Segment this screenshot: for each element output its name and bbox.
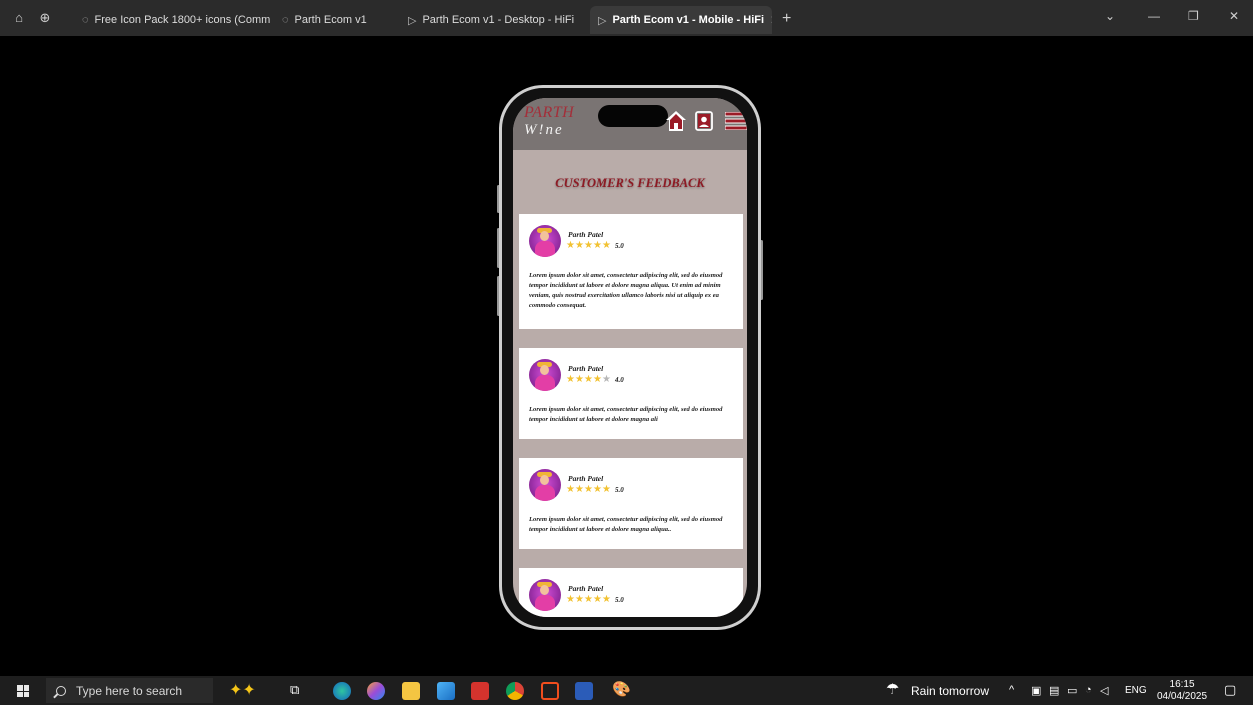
search-icon: [56, 685, 66, 696]
figma-community-icon: ◌: [282, 14, 289, 26]
wifi-icon[interactable]: ◔: [1085, 684, 1092, 696]
rating-value: 5.0: [615, 242, 624, 250]
chrome-icon[interactable]: [506, 682, 524, 700]
photos-icon[interactable]: [437, 682, 455, 700]
app-header: PARTH W!ne: [513, 98, 747, 150]
tab-mobile-hifi[interactable]: ▷ Parth Ecom v1 - Mobile - HiFi ✕: [590, 6, 772, 34]
avatar: [529, 579, 561, 611]
search-placeholder: Type here to search: [76, 683, 183, 698]
star-icon: ★: [593, 484, 602, 495]
star-icon: ★: [575, 240, 584, 251]
close-window-icon[interactable]: ✕: [1229, 9, 1239, 23]
play-icon: ▷: [598, 14, 607, 27]
hamburger-menu-icon[interactable]: [725, 112, 747, 130]
review-text: Lorem ipsum dolor sit amet, consectetur …: [529, 406, 723, 423]
copilot-app-icon[interactable]: [367, 682, 385, 700]
acrobat-icon[interactable]: [471, 682, 489, 700]
rating-value: 4.0: [615, 376, 624, 384]
tray-app-icon[interactable]: ▣: [1031, 684, 1041, 697]
star-rating: ★ ★ ★ ★ ★ 5.0: [566, 485, 624, 495]
taskbar: Type here to search ✦✦ ⧉ 🎨 ☂ Rain tomorr…: [0, 676, 1253, 705]
restore-icon[interactable]: ❐: [1188, 9, 1199, 23]
dynamic-island: [598, 105, 668, 127]
star-icon: ★: [566, 374, 575, 385]
avatar: [529, 225, 561, 257]
phone-frame: PARTH W!ne CUSTOMER'S FEEDBACK Parth Pat…: [499, 85, 761, 630]
tab-parth-ecom-v1[interactable]: ◌ Parth Ecom v1: [274, 6, 392, 34]
review-card: Parth Patel ★ ★ ★ ★ ★ 5.0 Lorem ipsum do…: [519, 214, 743, 329]
reviewer-name: Parth Patel: [568, 584, 604, 593]
star-icon: ★: [593, 594, 602, 605]
star-rating: ★ ★ ★ ★ ★ 4.0: [566, 375, 624, 385]
star-icon: ★: [602, 484, 611, 495]
star-icon: ★: [602, 594, 611, 605]
word-icon[interactable]: [575, 682, 593, 700]
logo-parth[interactable]: PARTH: [524, 104, 574, 122]
play-icon: ▷: [408, 14, 417, 27]
star-icon: ★: [584, 484, 593, 495]
home-icon[interactable]: [665, 110, 687, 132]
star-icon: ★: [584, 374, 593, 385]
review-text: Lorem ipsum dolor sit amet, consectetur …: [529, 516, 723, 533]
globe-icon[interactable]: ⊕: [38, 11, 52, 25]
system-clock[interactable]: 16:15 04/04/2025: [1157, 679, 1207, 703]
tab-list-chevron-icon[interactable]: ⌄: [1105, 9, 1115, 23]
language-indicator[interactable]: ENG: [1125, 685, 1147, 696]
file-explorer-icon[interactable]: [402, 682, 420, 700]
star-icon: ★: [566, 484, 575, 495]
close-tab-icon[interactable]: ✕: [770, 13, 772, 27]
figma-icon[interactable]: [541, 682, 559, 700]
battery-icon[interactable]: ▭: [1067, 684, 1077, 697]
avatar: [529, 359, 561, 391]
weather-text[interactable]: Rain tomorrow: [911, 684, 989, 698]
logo-wine[interactable]: W!ne: [524, 122, 564, 139]
windows-start-icon[interactable]: [17, 685, 29, 697]
reviewer-name: Parth Patel: [568, 230, 604, 239]
phone-screen: PARTH W!ne CUSTOMER'S FEEDBACK Parth Pat…: [513, 98, 747, 617]
figma-community-icon: ◌: [82, 14, 89, 26]
section-title: CUSTOMER'S FEEDBACK: [555, 176, 705, 190]
star-empty-icon: ★: [602, 374, 611, 385]
reviewer-name: Parth Patel: [568, 474, 604, 483]
taskbar-search-box[interactable]: Type here to search: [46, 678, 213, 703]
star-rating: ★ ★ ★ ★ ★ 5.0: [566, 595, 624, 605]
star-icon: ★: [593, 374, 602, 385]
volume-icon[interactable]: ◁: [1100, 684, 1108, 697]
star-icon: ★: [584, 594, 593, 605]
star-icon: ★: [575, 484, 584, 495]
star-icon: ★: [566, 240, 575, 251]
edge-browser-icon[interactable]: [333, 682, 351, 700]
clock-time: 16:15: [1169, 679, 1195, 690]
star-rating: ★ ★ ★ ★ ★ 5.0: [566, 241, 624, 251]
review-card: Parth Patel ★ ★ ★ ★ ★ 4.0 Lorem ipsum do…: [519, 348, 743, 439]
paint-icon[interactable]: 🎨: [612, 680, 631, 698]
tab-desktop-hifi[interactable]: ▷ Parth Ecom v1 - Desktop - HiFi: [400, 6, 586, 34]
copilot-sparkle-icon[interactable]: ✦✦: [229, 680, 256, 700]
clock-date: 04/04/2025: [1157, 691, 1208, 702]
review-text: Lorem ipsum dolor sit amet, consectetur …: [529, 272, 723, 309]
tray-app-icon[interactable]: ▤: [1049, 684, 1059, 697]
tab-bar: ⌂ ⊕ ◌ Free Icon Pack 1800+ icons (Commu …: [0, 0, 1253, 36]
rating-value: 5.0: [615, 596, 624, 604]
avatar: [529, 469, 561, 501]
star-icon: ★: [566, 594, 575, 605]
review-card: Parth Patel ★ ★ ★ ★ ★ 5.0 Lorem ipsum do…: [519, 458, 743, 549]
reviewer-name: Parth Patel: [568, 364, 604, 373]
minimize-icon[interactable]: —: [1148, 9, 1160, 23]
star-icon: ★: [575, 594, 584, 605]
star-icon: ★: [575, 374, 584, 385]
tab-free-icon-pack[interactable]: ◌ Free Icon Pack 1800+ icons (Commu: [74, 6, 270, 34]
weather-rain-icon[interactable]: ☂: [886, 680, 899, 698]
chevron-up-icon[interactable]: ^: [1009, 684, 1014, 696]
review-card: Parth Patel ★ ★ ★ ★ ★ 5.0: [519, 568, 743, 617]
notifications-icon[interactable]: ▢: [1224, 682, 1236, 698]
profile-icon[interactable]: [695, 111, 713, 131]
star-icon: ★: [602, 240, 611, 251]
home-icon[interactable]: ⌂: [12, 11, 26, 25]
star-icon: ★: [593, 240, 602, 251]
new-tab-icon[interactable]: +: [782, 10, 791, 28]
star-icon: ★: [584, 240, 593, 251]
task-view-icon[interactable]: ⧉: [290, 682, 299, 698]
rating-value: 5.0: [615, 486, 624, 494]
